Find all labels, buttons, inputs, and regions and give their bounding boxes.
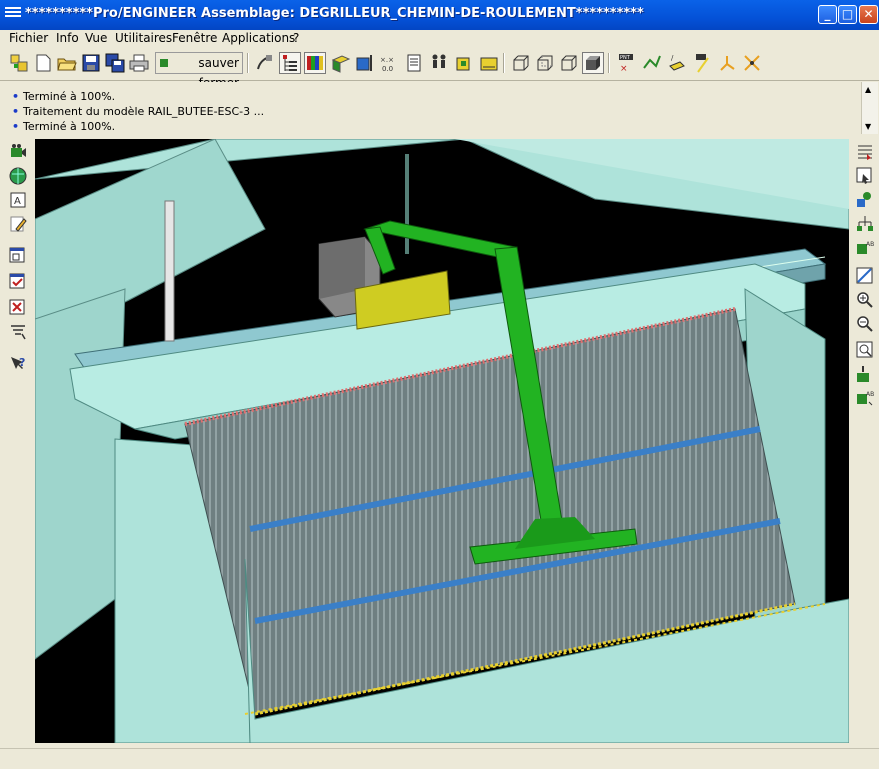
main-toolbar: sauver fermer ×.×0.0 PNT × / — [0, 48, 879, 90]
window-title: **********Pro/ENGINEER Assemblage: DEGRI… — [25, 6, 644, 21]
svg-text:AB: AB — [866, 391, 874, 398]
close-button[interactable]: ✕ — [859, 5, 878, 24]
message-line-3: • Terminé à 100%. — [12, 120, 115, 133]
message-scrollbar[interactable]: ▲ ▼ — [861, 82, 878, 134]
message-text: Terminé à 100%. — [23, 120, 116, 133]
datum-plane-tool-icon[interactable]: / — [666, 52, 688, 74]
message-line-2: • Traitement du modèle RAIL_BUTEE-ESC-3 .… — [12, 105, 264, 118]
assemble-icon[interactable] — [855, 190, 875, 210]
bullet-icon: • — [12, 90, 20, 103]
message-line-1: • Terminé à 100%. — [12, 90, 115, 103]
save-copy-icon[interactable] — [104, 52, 126, 74]
status-bar — [0, 748, 879, 769]
antenna-post — [405, 154, 409, 254]
help-icon[interactable]: ? — [8, 354, 28, 374]
menu-help[interactable]: ? — [293, 31, 299, 45]
svg-text:PNT: PNT — [620, 55, 631, 61]
spin-center-icon[interactable] — [428, 52, 450, 74]
filter-icon[interactable] — [8, 322, 28, 342]
sauver-fermer-button[interactable]: sauver fermer — [155, 52, 243, 90]
left-toolbar: A ? — [0, 138, 34, 768]
zoom-out-icon[interactable] — [855, 314, 875, 334]
saved-views-icon[interactable] — [478, 52, 500, 74]
select-icon[interactable] — [855, 166, 875, 186]
maximize-button[interactable]: □ — [838, 5, 857, 24]
close-window-icon[interactable] — [8, 298, 28, 318]
menu-fenetre[interactable]: Fenêtre — [172, 31, 217, 45]
graphics-viewport[interactable] — [35, 139, 849, 743]
layer-tree-icon[interactable] — [855, 142, 875, 162]
hidden-line-icon[interactable] — [534, 52, 556, 74]
datum-point-icon[interactable]: ×.× 0.0 — [378, 52, 400, 74]
new-icon[interactable] — [32, 52, 54, 74]
menu-bar: Fichier Info Vue Utilitaires Fenêtre App… — [0, 30, 879, 48]
open-icon[interactable] — [56, 52, 78, 74]
window-menu-icon[interactable] — [5, 7, 21, 21]
datum-tag-icon[interactable]: AB — [855, 238, 875, 258]
wireframe-icon[interactable] — [510, 52, 532, 74]
toolbar-separator-3 — [608, 53, 610, 73]
zoom-fit-icon[interactable] — [855, 340, 875, 360]
shading-icon[interactable] — [582, 52, 604, 74]
right-toolbar: AB AB — [850, 138, 879, 768]
menu-info[interactable]: Info — [56, 31, 79, 45]
message-text: Terminé à 100%. — [23, 90, 116, 103]
assembly-icon[interactable] — [8, 52, 30, 74]
save-icon[interactable] — [80, 52, 102, 74]
pencil-icon[interactable] — [8, 214, 28, 234]
svg-text:A: A — [14, 196, 21, 207]
guide-post — [164, 200, 175, 342]
analysis-icon[interactable] — [741, 52, 763, 74]
display-style-icon[interactable]: AB — [855, 388, 875, 408]
svg-text:/: / — [671, 54, 674, 62]
scroll-up-icon[interactable]: ▲ — [865, 85, 871, 94]
view-manager-icon[interactable] — [454, 52, 476, 74]
annotation-icon[interactable]: A — [8, 190, 28, 210]
menu-utilitaires[interactable]: Utilitaires — [115, 31, 172, 45]
reorient-icon[interactable] — [855, 364, 875, 384]
camera-icon[interactable] — [8, 142, 28, 162]
globe-icon[interactable] — [8, 166, 28, 186]
svg-text:AB: AB — [866, 241, 874, 248]
menu-vue[interactable]: Vue — [85, 31, 107, 45]
no-hidden-icon[interactable] — [558, 52, 580, 74]
csys-icon[interactable] — [404, 52, 426, 74]
datum-plane-icon[interactable] — [330, 52, 352, 74]
datum-axis-icon[interactable] — [354, 52, 376, 74]
layer-icon[interactable] — [304, 52, 326, 74]
svg-text:0.0: 0.0 — [382, 65, 393, 73]
sketch-curve-icon[interactable] — [641, 52, 663, 74]
svg-text:×: × — [620, 64, 628, 74]
title-bar[interactable]: **********Pro/ENGINEER Assemblage: DEGRI… — [0, 0, 879, 30]
explode-icon[interactable] — [855, 214, 875, 234]
svg-text:?: ? — [19, 356, 25, 369]
scroll-down-icon[interactable]: ▼ — [865, 122, 871, 131]
bullet-icon: • — [12, 120, 20, 133]
model-tree-icon[interactable] — [279, 52, 301, 74]
save-close-icon — [160, 59, 168, 67]
svg-text:×.×: ×.× — [380, 56, 394, 64]
window-icon[interactable] — [8, 246, 28, 266]
zoom-in-icon[interactable] — [855, 290, 875, 310]
left-channel-wall — [35, 288, 126, 660]
minimize-button[interactable]: _ — [818, 5, 837, 24]
datum-point-tool-icon[interactable]: PNT × — [615, 52, 637, 74]
menu-applications[interactable]: Applications — [222, 31, 295, 45]
message-area: • Terminé à 100%. • Traitement du modèle R… — [8, 82, 860, 134]
activate-window-icon[interactable] — [8, 272, 28, 292]
message-text: Traitement du modèle RAIL_BUTEE-ESC-3 ..… — [23, 105, 265, 118]
datum-csys-tool-icon[interactable] — [716, 52, 738, 74]
print-icon[interactable] — [128, 52, 150, 74]
repaint-icon[interactable] — [254, 52, 276, 74]
menu-fichier[interactable]: Fichier — [9, 31, 48, 45]
refit-icon[interactable] — [855, 266, 875, 286]
toolbar-separator-2 — [503, 53, 505, 73]
bullet-icon: • — [12, 105, 20, 118]
datum-axis-tool-icon[interactable] — [692, 52, 714, 74]
toolbar-separator — [247, 53, 249, 73]
model-render — [35, 139, 849, 743]
